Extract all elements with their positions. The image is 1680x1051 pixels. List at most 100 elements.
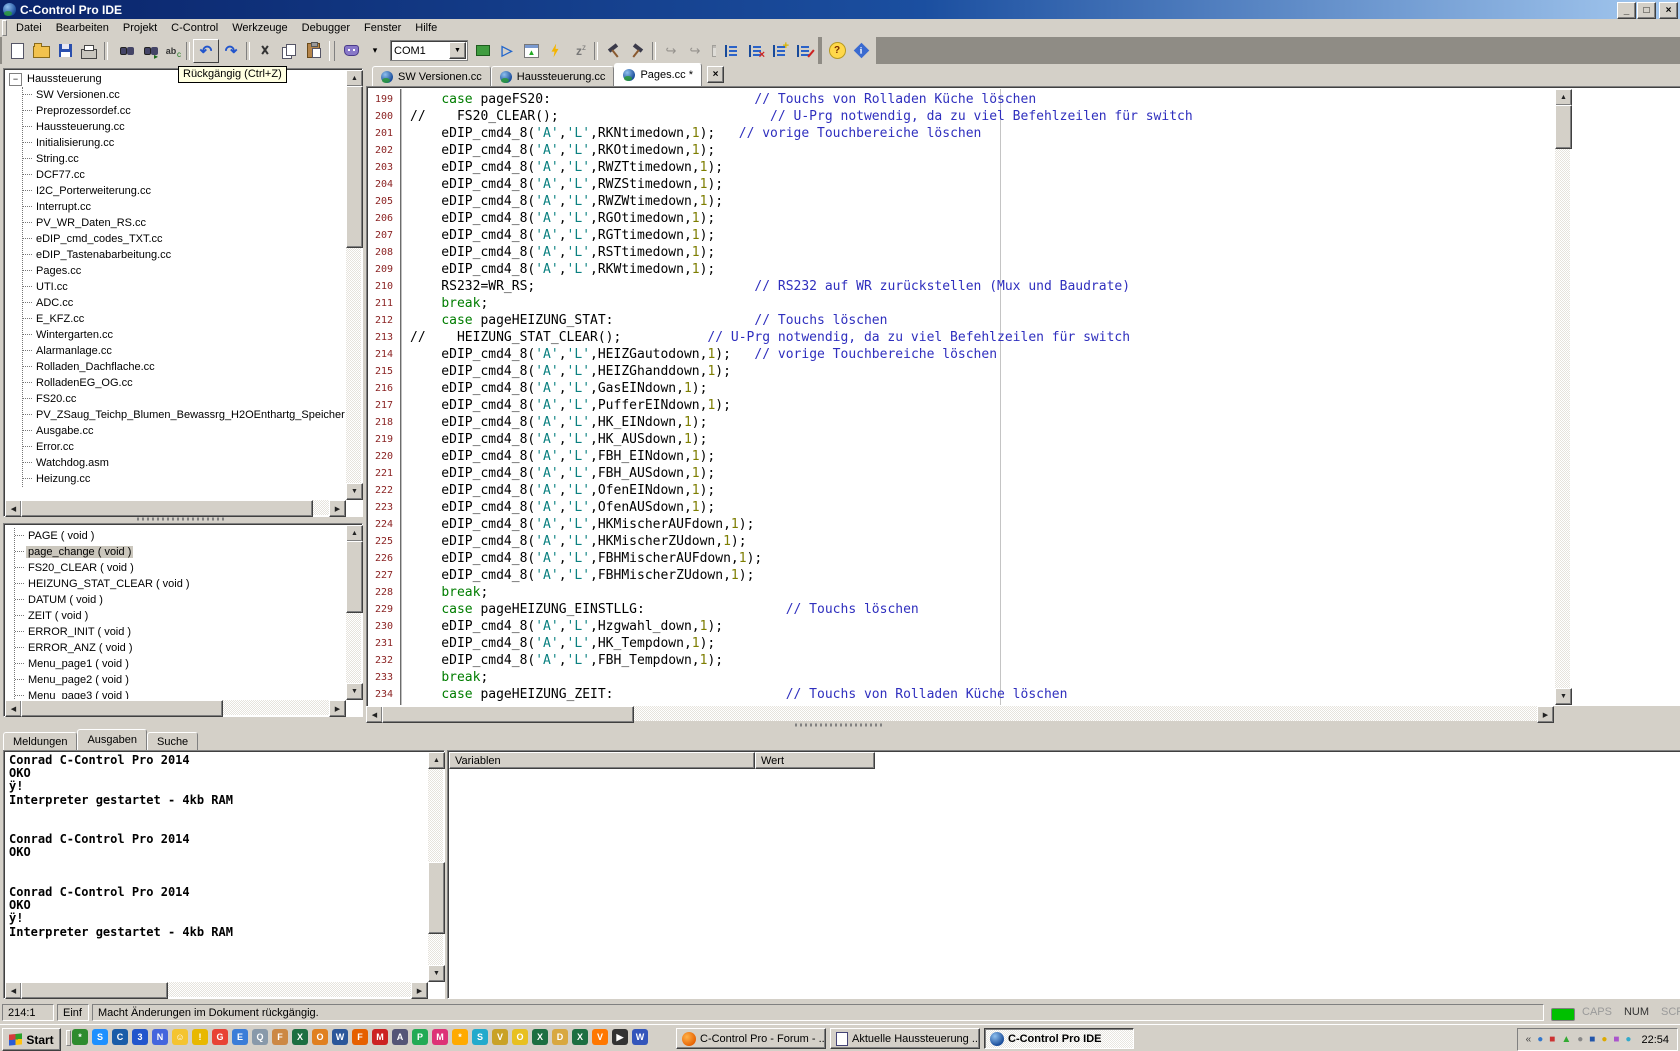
func-vscroll-thumb[interactable] — [346, 541, 363, 613]
tree-file-alarmanlage-cc[interactable]: Alarmanlage.cc — [23, 343, 345, 359]
start-button[interactable]: Start — [2, 1028, 61, 1051]
open-file-button[interactable] — [29, 40, 53, 62]
tree-file-e-kfz-cc[interactable]: E_KFZ.cc — [23, 311, 345, 327]
lightbulb-icon[interactable]: ! — [192, 1029, 208, 1045]
tree-file-preprozessordef-cc[interactable]: Preprozessordef.cc — [23, 103, 345, 119]
tree-vscrollbar[interactable]: ▲ ▼ — [346, 70, 361, 500]
folder-icon[interactable]: D — [552, 1029, 568, 1045]
tree-root[interactable]: − Haussteuerung — [6, 71, 345, 87]
function-item[interactable]: PAGE ( void ) — [15, 528, 345, 544]
word-icon[interactable]: W — [332, 1029, 348, 1045]
help-button[interactable] — [825, 40, 849, 62]
replace-button[interactable] — [159, 40, 183, 62]
redo-button[interactable] — [219, 40, 243, 62]
media-player-icon[interactable]: ▶ — [612, 1029, 628, 1045]
update-icon[interactable]: ● — [1577, 1035, 1583, 1045]
menu-item-c-control[interactable]: C-Control — [164, 20, 225, 36]
step-over-button[interactable] — [659, 40, 683, 62]
menu-item-datei[interactable]: Datei — [9, 20, 49, 36]
firefox-icon[interactable]: F — [352, 1029, 368, 1045]
start-program-button[interactable] — [543, 40, 567, 62]
tree-file-wintergarten-cc[interactable]: Wintergarten.cc — [23, 327, 345, 343]
find-button[interactable] — [111, 40, 135, 62]
battery-icon[interactable]: ● — [1625, 1035, 1631, 1045]
tree-file-pv-wr-daten-rs-cc[interactable]: PV_WR_Daten_RS.cc — [23, 215, 345, 231]
tree-file-initialisierung-cc[interactable]: Initialisierung.cc — [23, 135, 345, 151]
scroll-up-icon[interactable]: ▲ — [346, 70, 363, 87]
scroll-right-icon[interactable]: ▶ — [329, 700, 346, 717]
sleep-button[interactable] — [567, 40, 591, 62]
sun-icon[interactable]: * — [452, 1029, 468, 1045]
taskbar-gripper[interactable] — [66, 1030, 71, 1046]
clock-icon[interactable]: O — [312, 1029, 328, 1045]
excel-doc-icon[interactable]: X — [532, 1029, 548, 1045]
scroll-up-icon[interactable]: ▲ — [346, 525, 363, 542]
tree-file-edip-cmd-codes-txt-cc[interactable]: eDIP_cmd_codes_TXT.cc — [23, 231, 345, 247]
mail-icon[interactable]: M — [372, 1029, 388, 1045]
tree-new-button[interactable] — [767, 40, 791, 62]
function-item[interactable]: Menu_page1 ( void ) — [15, 656, 345, 672]
programmer-button[interactable] — [471, 40, 495, 62]
swirl-icon[interactable]: S — [472, 1029, 488, 1045]
antivirus-icon[interactable]: ■ — [1589, 1035, 1595, 1045]
tree-file-pv-zsaug-teichp-blumen-bewassrg-h2oenthartg-speicherheizp-cc[interactable]: PV_ZSaug_Teichp_Blumen_Bewassrg_H2OEntha… — [23, 407, 345, 423]
tree-file-heizung-cc[interactable]: Heizung.cc — [23, 471, 345, 487]
func-vscrollbar[interactable]: ▲ ▼ — [346, 525, 361, 700]
tree-file-rolladeneg-og-cc[interactable]: RolladenEG_OG.cc — [23, 375, 345, 391]
tree-file-rolladen-dachflache-cc[interactable]: Rolladen_Dachflache.cc — [23, 359, 345, 375]
scroll-up-icon[interactable]: ▲ — [428, 752, 445, 769]
tree-file-dcf77-cc[interactable]: DCF77.cc — [23, 167, 345, 183]
network-icon[interactable]: ■ — [1549, 1035, 1555, 1045]
collapse-icon[interactable]: − — [9, 73, 22, 86]
photo-icon[interactable]: P — [412, 1029, 428, 1045]
print-button[interactable] — [77, 40, 101, 62]
info-button[interactable] — [849, 40, 873, 62]
paste-button[interactable] — [301, 40, 325, 62]
cardfile-icon[interactable]: F — [272, 1029, 288, 1045]
watch-column-wert[interactable]: Wert — [755, 752, 875, 769]
usb-icon[interactable]: ▲ — [1561, 1035, 1571, 1045]
tree-func-splitter[interactable] — [3, 515, 361, 523]
tab-pages-cc-[interactable]: Pages.cc * — [614, 63, 702, 86]
excel-icon[interactable]: X — [292, 1029, 308, 1045]
tree-file-haussteuerung-cc[interactable]: Haussteuerung.cc — [23, 119, 345, 135]
wb-icon[interactable]: W — [632, 1029, 648, 1045]
desktop-icon[interactable]: * — [72, 1029, 88, 1045]
tree-file-string-cc[interactable]: String.cc — [23, 151, 345, 167]
function-item[interactable]: page_change ( void ) — [15, 544, 345, 560]
audio-icon[interactable]: A — [392, 1029, 408, 1045]
tree-file-ausgabe-cc[interactable]: Ausgabe.cc — [23, 423, 345, 439]
tree-file-pages-cc[interactable]: Pages.cc — [23, 263, 345, 279]
menu-item-fenster[interactable]: Fenster — [357, 20, 408, 36]
function-item[interactable]: ERROR_ANZ ( void ) — [15, 640, 345, 656]
cut-button[interactable] — [253, 40, 277, 62]
tab-haussteuerung-cc[interactable]: Haussteuerung.cc — [491, 66, 615, 86]
output-tab-meldungen[interactable]: Meldungen — [3, 732, 77, 750]
minimize-button[interactable]: _ — [1617, 2, 1636, 19]
tree-vscroll-thumb[interactable] — [346, 86, 363, 248]
graphics-icon[interactable]: ■ — [1613, 1035, 1619, 1045]
tree-file-i2c-porterweiterung-cc[interactable]: I2C_Porterweiterung.cc — [23, 183, 345, 199]
tree-file-interrupt-cc[interactable]: Interrupt.cc — [23, 199, 345, 215]
editor-hscrollbar[interactable]: ◀ ▶ — [366, 706, 1554, 721]
console-vscroll-thumb[interactable] — [428, 862, 445, 934]
tree-file-adc-cc[interactable]: ADC.cc — [23, 295, 345, 311]
tree-edit-button[interactable] — [791, 40, 815, 62]
new-file-button[interactable] — [5, 40, 29, 62]
menu-item-bearbeiten[interactable]: Bearbeiten — [49, 20, 116, 36]
scheduler-icon[interactable]: ● — [1601, 1035, 1607, 1045]
tree-file-watchdog-asm[interactable]: Watchdog.asm — [23, 455, 345, 471]
function-item[interactable]: Menu_page2 ( void ) — [15, 672, 345, 688]
undo-button[interactable] — [193, 39, 219, 63]
code-editor[interactable]: 199 case pageFS20: // Touchs von Rollade… — [366, 86, 1680, 708]
console-vscrollbar[interactable]: ▲ ▼ — [428, 752, 443, 982]
watch-column-variablen[interactable]: Variablen — [449, 752, 755, 769]
com-port-select[interactable]: COM1▼ — [390, 40, 468, 61]
menu-item-projekt[interactable]: Projekt — [116, 20, 164, 36]
tree-file-error-cc[interactable]: Error.cc — [23, 439, 345, 455]
vlc-icon[interactable]: V — [592, 1029, 608, 1045]
tree-file-sw-versionen-cc[interactable]: SW Versionen.cc — [23, 87, 345, 103]
tree-expand-button[interactable] — [719, 40, 743, 62]
search-doc-icon[interactable]: Q — [252, 1029, 268, 1045]
task-button-c-control[interactable]: C-Control Pro IDE — [984, 1028, 1134, 1049]
